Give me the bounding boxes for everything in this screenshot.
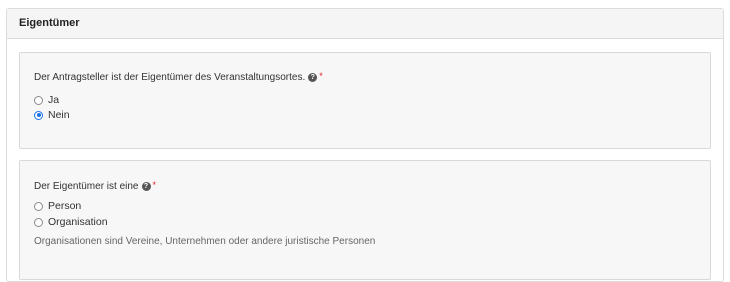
radio-button-nein[interactable] (34, 110, 43, 120)
help-icon[interactable]: ? (141, 182, 151, 191)
owner-question-text: Der Antragsteller ist der Eigentümer des… (34, 72, 306, 83)
radio-button-organisation[interactable] (34, 217, 43, 227)
radio-label-nein: Nein (48, 109, 70, 121)
required-marker: * (319, 70, 323, 81)
radio-label-person: Person (48, 200, 82, 212)
radio-button-person[interactable] (34, 201, 43, 211)
radio-option-nein[interactable]: Nein (34, 109, 70, 121)
radio-option-person[interactable]: Person (34, 200, 81, 212)
radio-label-organisation: Organisation (48, 216, 108, 228)
radio-button-ja[interactable] (34, 95, 43, 105)
owner-type-question-text: Der Eigentümer ist eine (34, 181, 139, 192)
radio-label-ja: Ja (48, 94, 60, 106)
owner-question-card: Der Antragsteller ist der Eigentümer des… (19, 52, 711, 149)
owner-type-hint: Organisationen sind Vereine, Unternehmen… (34, 236, 376, 247)
owner-type-card: Der Eigentümer ist eine ? * Person Organ… (19, 160, 711, 280)
owner-question-label: Der Antragsteller ist der Eigentümer des… (34, 70, 323, 84)
owner-type-question-label: Der Eigentümer ist eine ? * (34, 179, 157, 193)
panel-title: Eigentümer (7, 9, 723, 39)
radio-option-organisation[interactable]: Organisation (34, 216, 108, 228)
required-marker: * (152, 179, 157, 190)
radio-option-ja[interactable]: Ja (34, 94, 59, 106)
owner-panel: Eigentümer Der Antragsteller ist der Eig… (6, 8, 724, 282)
help-icon[interactable]: ? (308, 73, 318, 82)
